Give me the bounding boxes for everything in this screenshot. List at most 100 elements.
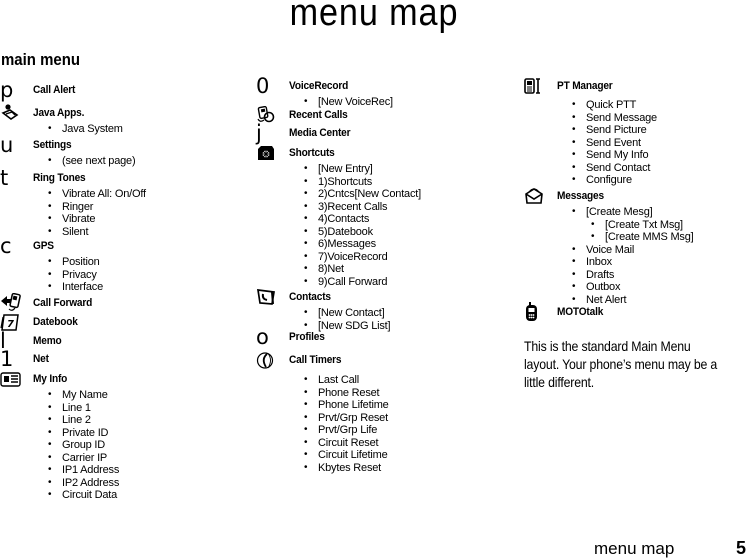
submenu-item: (see next page) (48, 155, 136, 168)
submenu-item: 1)Shortcuts (304, 176, 421, 189)
submenu-item: [New Contact] (304, 307, 390, 320)
menu-note: This is the standard Main Menu layout. Y… (524, 338, 718, 390)
submenu-item: Silent (48, 226, 146, 239)
submenu-item: Interface (48, 281, 103, 294)
submenu-list: Java System (48, 123, 123, 136)
submenu-item: My Name (48, 389, 119, 402)
messages-icon (523, 187, 545, 205)
submenu-list: [New Entry]1)Shortcuts2)Cntcs[New Contac… (304, 163, 421, 288)
menu-entry-label: PT Manager (557, 80, 613, 92)
submenu-item: 3)Recent Calls (304, 201, 421, 214)
submenu-item: Vibrate All: On/Off (48, 188, 146, 201)
menu-entry-label: Recent Calls (289, 109, 348, 121)
net-icon: 1 (0, 347, 14, 371)
submenu-item: Outbox (572, 281, 694, 294)
submenu-item: Phone Lifetime (304, 399, 389, 412)
submenu-item: Send Picture (572, 124, 657, 137)
submenu-item: Group ID (48, 439, 119, 452)
submenu-item: 2)Cntcs[New Contact] (304, 188, 421, 201)
java-apps-icon (0, 104, 22, 122)
menu-entry-label: Media Center (289, 127, 351, 139)
submenu-item: Send My Info (572, 149, 657, 162)
submenu-item: Send Event (572, 137, 657, 150)
menu-entry-label: VoiceRecord (289, 80, 349, 92)
submenu-item: [New VoiceRec] (304, 96, 393, 109)
svg-text:7: 7 (7, 319, 14, 330)
submenu-item: Circuit Data (48, 489, 119, 502)
gps-icon: c (0, 234, 12, 258)
submenu-item: Carrier IP (48, 452, 119, 465)
page-title: menu map (289, 0, 459, 34)
submenu-item: [New Entry] (304, 163, 421, 176)
page-number: 5 (736, 538, 747, 558)
menu-entry-label: Call Timers (289, 354, 342, 366)
submenu-item: Ringer (48, 201, 146, 214)
shortcuts-icon (256, 144, 278, 162)
pt-manager-icon (523, 77, 545, 95)
mototalk-icon (523, 302, 545, 321)
menu-entry-label: Call Alert (33, 84, 76, 96)
menu-entry-label: Ring Tones (33, 172, 86, 184)
submenu-item: Last Call (304, 374, 389, 387)
submenu-list: [New Contact][New SDG List] (304, 307, 391, 332)
submenu-list: Quick PTTSend MessageSend PictureSend Ev… (572, 99, 657, 187)
call-forward-icon (0, 293, 22, 312)
submenu-item: 6)Messages (304, 238, 421, 251)
submenu-item: Send Message (572, 112, 657, 125)
submenu-item: Quick PTT (572, 99, 657, 112)
menu-entry-label: Net (33, 353, 49, 365)
section-title: main menu (1, 50, 80, 69)
submenu-item: [Create Txt Msg] (572, 219, 694, 232)
submenu-item: Inbox (572, 256, 694, 269)
submenu-item: [Create MMS Msg] (572, 231, 694, 244)
submenu-item: 8)Net (304, 263, 421, 276)
submenu-item: Prvt/Grp Reset (304, 412, 389, 425)
submenu-list: PositionPrivacyInterface (48, 256, 103, 294)
submenu-item: Kbytes Reset (304, 462, 389, 475)
submenu-item: Line 2 (48, 414, 119, 427)
contacts-icon (256, 288, 278, 306)
voice-record-icon: 0 (256, 74, 270, 98)
submenu-item: Line 1 (48, 402, 119, 415)
profiles-icon: o (256, 325, 269, 349)
submenu-item: 4)Contacts (304, 213, 421, 226)
footer-label: menu map (594, 539, 675, 558)
submenu-item: IP2 Address (48, 477, 119, 490)
call-alert-icon: p (0, 78, 14, 102)
submenu-item: Net Alert (572, 294, 694, 307)
submenu-item: IP1 Address (48, 464, 119, 477)
submenu-item: Privacy (48, 269, 103, 282)
submenu-list: My NameLine 1Line 2Private IDGroup IDCar… (48, 389, 119, 502)
menu-entry-label: Profiles (289, 331, 325, 343)
menu-entry-label: Call Forward (33, 297, 93, 309)
menu-entry-label: GPS (33, 240, 54, 252)
submenu-list: [Create Mesg][Create Txt Msg][Create MMS… (572, 206, 694, 306)
my-info-icon (0, 370, 22, 388)
ring-tones-icon: t (0, 166, 9, 190)
submenu-list: [New VoiceRec] (304, 96, 393, 109)
menu-entry-label: Memo (33, 335, 62, 347)
menu-entry-label: Settings (33, 139, 72, 151)
submenu-item: Circuit Reset (304, 437, 389, 450)
submenu-item: Voice Mail (572, 244, 694, 257)
menu-entry-label: Java Apps. (33, 107, 85, 119)
submenu-list: Last CallPhone ResetPhone LifetimePrvt/G… (304, 374, 389, 474)
submenu-list: (see next page) (48, 155, 136, 168)
settings-icon: u (0, 133, 14, 157)
submenu-item: Vibrate (48, 213, 146, 226)
menu-entry-label: My Info (33, 373, 68, 385)
media-center-icon: j (256, 121, 262, 145)
submenu-item: Prvt/Grp Life (304, 424, 389, 437)
submenu-item: [Create Mesg] (572, 206, 694, 219)
call-timers-icon (256, 351, 278, 369)
menu-entry-label: Datebook (33, 316, 78, 328)
submenu-item: Java System (48, 123, 123, 136)
menu-entry-label: MOTOtalk (557, 306, 604, 318)
submenu-item: 9)Call Forward (304, 276, 421, 289)
menu-entry-label: Shortcuts (289, 147, 335, 159)
submenu-item: 7)VoiceRecord (304, 251, 421, 264)
submenu-item: Drafts (572, 269, 694, 282)
submenu-item: Configure (572, 174, 657, 187)
menu-entry-label: Contacts (289, 291, 331, 303)
submenu-item: Position (48, 256, 103, 269)
